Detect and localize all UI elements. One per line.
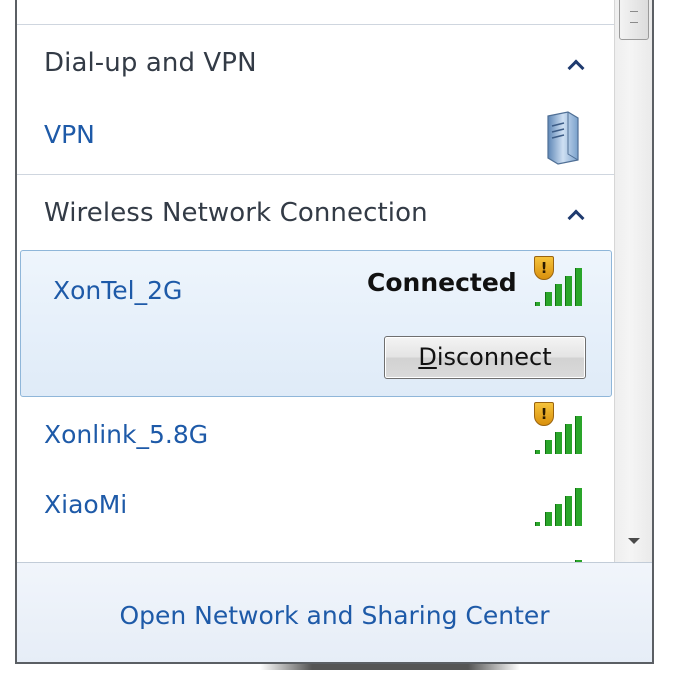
wifi-signal-icon bbox=[535, 484, 591, 526]
disconnect-mnemonic: D bbox=[418, 343, 437, 371]
connection-status: Connected bbox=[367, 268, 517, 297]
network-name-xiaomi[interactable]: XiaoMi bbox=[44, 490, 127, 519]
network-list: Dial-up and VPN VPN Wireless Network Con… bbox=[17, 0, 614, 562]
vpn-server-icon bbox=[547, 111, 579, 165]
vpn-connection-name[interactable]: VPN bbox=[44, 120, 95, 149]
chevron-up-icon[interactable] bbox=[567, 209, 585, 227]
disconnect-button[interactable]: Disconnect bbox=[384, 336, 586, 379]
chevron-up-icon[interactable] bbox=[567, 59, 585, 77]
open-network-sharing-center-link[interactable]: Open Network and Sharing Center bbox=[17, 601, 652, 630]
network-name-xonlink[interactable]: Xonlink_5.8G bbox=[44, 420, 208, 449]
window-bottom-edge bbox=[260, 664, 520, 670]
wifi-signal-icon bbox=[535, 264, 591, 306]
network-flyout: Dial-up and VPN VPN Wireless Network Con… bbox=[15, 0, 654, 664]
scrollbar[interactable] bbox=[614, 0, 652, 562]
disconnect-label: isconnect bbox=[436, 343, 552, 371]
section-title-dialup-vpn[interactable]: Dial-up and VPN bbox=[44, 48, 257, 78]
footer: Open Network and Sharing Center bbox=[17, 562, 652, 662]
divider bbox=[17, 174, 614, 175]
scroll-down-arrow-icon[interactable] bbox=[628, 538, 640, 544]
scrollbar-thumb[interactable] bbox=[619, 0, 649, 40]
divider bbox=[17, 24, 614, 25]
section-title-wireless[interactable]: Wireless Network Connection bbox=[44, 198, 428, 228]
wifi-signal-icon bbox=[535, 412, 591, 454]
selected-network-name[interactable]: XonTel_2G bbox=[53, 276, 182, 305]
